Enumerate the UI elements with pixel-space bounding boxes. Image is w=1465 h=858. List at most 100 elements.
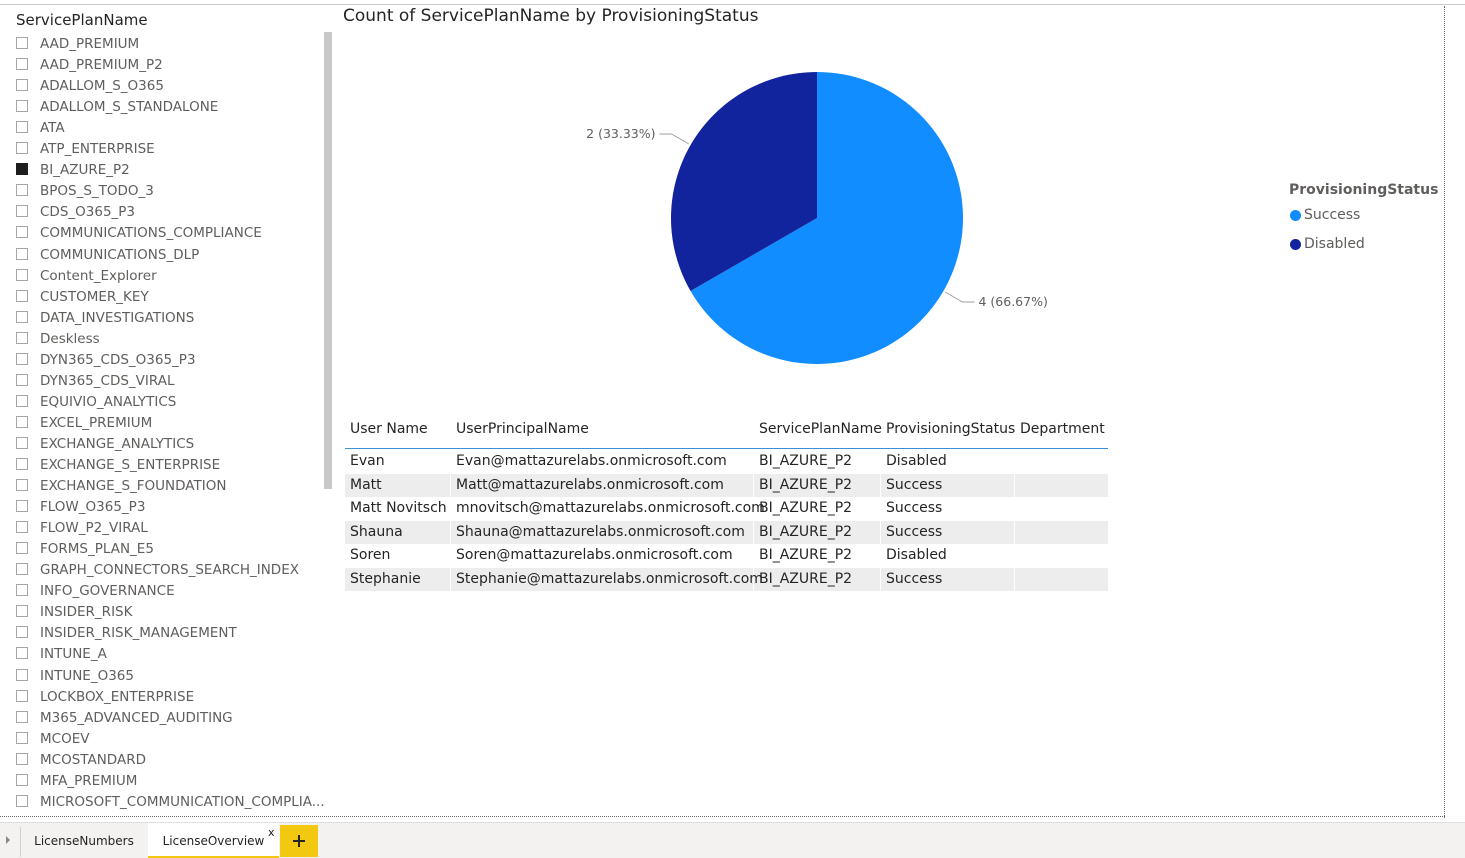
tab-license-numbers[interactable]: LicenseNumbers (21, 823, 147, 858)
slicer-checkbox[interactable] (16, 331, 28, 344)
slicer-checkbox[interactable] (16, 436, 28, 449)
slicer-checkbox[interactable] (16, 710, 28, 723)
slicer-item[interactable]: BPOS_S_TODO_3 (16, 182, 336, 202)
slicer-checkbox[interactable] (16, 752, 28, 765)
slicer-item[interactable]: M365_ADVANCED_AUDITING (16, 709, 336, 729)
slicer-checkbox[interactable] (16, 289, 28, 302)
slicer-item[interactable]: CDS_O365_P3 (16, 203, 336, 223)
slicer-item[interactable]: FLOW_O365_P3 (16, 498, 336, 518)
slicer-item[interactable]: MFA_PREMIUM (16, 772, 336, 792)
slicer-item[interactable]: EXCEL_PREMIUM (16, 414, 336, 434)
slicer-checkbox[interactable] (16, 605, 28, 618)
slicer-item[interactable]: BI_AZURE_P2 (16, 161, 336, 181)
table-row[interactable]: Soren Soren@mattazurelabs.onmicrosoft.com… (345, 544, 1108, 568)
slicer-item[interactable]: EXCHANGE_S_FOUNDATION (16, 477, 336, 497)
column-header[interactable]: ProvisioningStatus (886, 419, 1015, 439)
slicer-item[interactable]: AAD_PREMIUM (16, 35, 336, 55)
column-header[interactable]: Department (1020, 419, 1105, 439)
column-header[interactable]: User Name (350, 419, 428, 439)
add-page-button[interactable] (280, 825, 318, 857)
slicer-checkbox[interactable] (16, 121, 28, 134)
slicer-checkbox[interactable] (16, 100, 28, 113)
slicer-checkbox[interactable] (16, 794, 28, 807)
slicer-checkbox[interactable] (16, 458, 28, 470)
table-cell: BI_AZURE_P2 (759, 453, 853, 469)
table-row[interactable]: Stephanie Stephanie@mattazurelabs.onmicro… (345, 568, 1108, 591)
slicer-checkbox[interactable] (16, 542, 28, 555)
slicer-item[interactable]: ADALLOM_S_O365 (16, 77, 336, 97)
slicer-item[interactable]: DYN365_CDS_VIRAL (16, 372, 336, 392)
slicer-item[interactable]: ATP_ENTERPRISE (16, 140, 336, 160)
slicer-item[interactable]: Content_Explorer (16, 267, 336, 287)
slicer-checkbox[interactable] (16, 247, 28, 260)
slicer-item[interactable]: INSIDER_RISK (16, 603, 336, 623)
tab-close-icon[interactable]: x (268, 827, 275, 838)
slicer-item[interactable]: DATA_INVESTIGATIONS (16, 309, 336, 329)
slicer-item[interactable]: MCOSTANDARD (16, 751, 336, 771)
slicer-checkbox[interactable] (16, 58, 28, 71)
slicer-checkbox[interactable] (16, 163, 28, 176)
slicer-item[interactable]: CUSTOMER_KEY (16, 288, 336, 308)
slicer-checkbox[interactable] (16, 394, 28, 407)
slicer-item-label: BPOS_S_TODO_3 (40, 183, 154, 200)
column-header[interactable]: ServicePlanName (759, 419, 882, 439)
slicer-checkbox[interactable] (16, 626, 28, 639)
table-cell: BI_AZURE_P2 (759, 476, 853, 493)
report-canvas: ServicePlanName AAD_PREMIUM AAD_PREMIUM_P… (0, 0, 1465, 858)
tabs-scroll-left-icon[interactable] (6, 836, 10, 844)
table-row[interactable]: Matt Matt@mattazurelabs.onmicrosoft.com BI… (345, 473, 1108, 497)
slicer-item[interactable]: ADALLOM_S_STANDALONE (16, 98, 336, 118)
slicer-item[interactable]: EQUIVIO_ANALYTICS (16, 393, 336, 413)
slicer-item[interactable]: AAD_PREMIUM_P2 (16, 56, 336, 76)
slicer-item[interactable]: LOCKBOX_ENTERPRISE (16, 688, 336, 708)
slicer-item[interactable]: FLOW_P2_VIRAL (16, 519, 336, 539)
slicer-checkbox[interactable] (16, 689, 28, 702)
slicer-checkbox[interactable] (16, 352, 28, 365)
slicer-checkbox[interactable] (16, 205, 28, 218)
slicer-item[interactable]: EXCHANGE_S_ENTERPRISE (16, 456, 336, 476)
slicer-scrollbar[interactable] (324, 32, 332, 489)
slicer-item[interactable]: DYN365_CDS_O365_P3 (16, 351, 336, 371)
table-row[interactable]: Shauna Shauna@mattazurelabs.onmicrosoft.c… (345, 520, 1108, 544)
slicer-checkbox[interactable] (16, 226, 28, 239)
slicer-checkbox[interactable] (16, 668, 28, 681)
slicer-checkbox[interactable] (16, 184, 28, 197)
slicer-item[interactable]: INTUNE_O365 (16, 667, 336, 687)
slicer-item[interactable]: EXCHANGE_ANALYTICS (16, 435, 336, 455)
slicer-checkbox[interactable] (16, 584, 28, 597)
data-label-leader-line (659, 133, 690, 145)
slicer-item-label: Content_Explorer (40, 267, 157, 284)
slicer-item[interactable]: Deskless (16, 330, 336, 350)
slicer-checkbox[interactable] (16, 373, 28, 386)
slicer-checkbox[interactable] (16, 79, 28, 92)
tab-license-overview[interactable]: LicenseOverview (148, 823, 279, 858)
slicer-checkbox[interactable] (16, 563, 28, 576)
slicer-item[interactable]: INFO_GOVERNANCE (16, 582, 336, 602)
slicer-item[interactable]: MICROSOFT_COMMUNICATION_COMPLIA... (16, 793, 336, 813)
slicer-checkbox[interactable] (16, 310, 28, 323)
slicer-item[interactable]: GRAPH_CONNECTORS_SEARCH_INDEX (16, 561, 336, 581)
slicer-checkbox[interactable] (16, 773, 28, 786)
table-row[interactable]: Matt Novitsch mnovitsch@mattazurelabs.onm… (345, 497, 1108, 521)
slicer-checkbox[interactable] (16, 479, 28, 492)
slicer-item[interactable]: INSIDER_RISK_MANAGEMENT (16, 624, 336, 644)
slicer-checkbox[interactable] (16, 500, 28, 513)
slicer-item[interactable]: MCOEV (16, 730, 336, 750)
slicer-checkbox[interactable] (16, 142, 28, 155)
slicer-item[interactable]: COMMUNICATIONS_DLP (16, 246, 336, 266)
table-header: User Name UserPrincipalName ServicePlanNam… (345, 416, 1108, 449)
slicer-checkbox[interactable] (16, 647, 28, 660)
slicer-item[interactable]: INTUNE_A (16, 645, 336, 665)
column-header[interactable]: UserPrincipalName (456, 419, 589, 439)
slicer-checkbox[interactable] (16, 268, 28, 281)
slicer-checkbox[interactable] (16, 415, 28, 428)
slicer-checkbox[interactable] (16, 731, 28, 744)
slicer-checkbox[interactable] (16, 37, 28, 49)
slicer-item[interactable]: FORMS_PLAN_E5 (16, 540, 336, 560)
table-row[interactable]: Evan Evan@mattazurelabs.onmicrosoft.com BI… (345, 450, 1108, 473)
slicer-item[interactable]: COMMUNICATIONS_COMPLIANCE (16, 224, 336, 244)
slicer-item-label: INSIDER_RISK (40, 604, 133, 621)
slicer-item[interactable]: ATA (16, 119, 336, 139)
slicer-checkbox[interactable] (16, 521, 28, 534)
column-separator (450, 473, 451, 497)
